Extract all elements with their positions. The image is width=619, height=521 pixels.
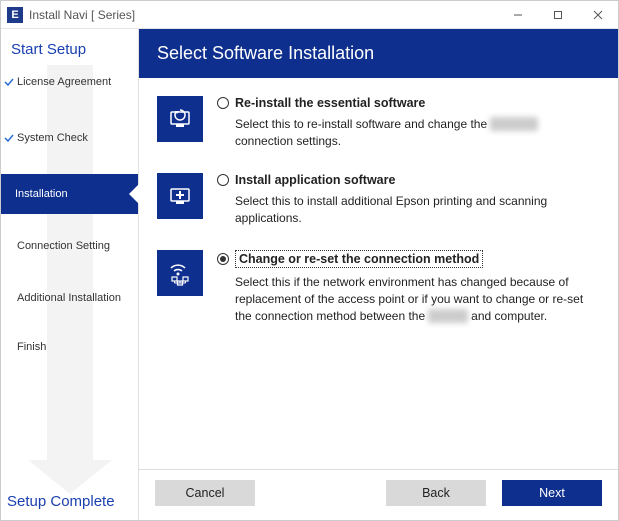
option-title: Re-install the essential software — [235, 96, 425, 110]
network-icon — [157, 250, 203, 296]
checkmark-icon — [4, 133, 14, 143]
footer: Cancel Back Next — [139, 469, 618, 520]
radio-reinstall[interactable] — [217, 97, 229, 109]
option-description: Select this if the network environment h… — [217, 274, 598, 326]
cancel-button[interactable]: Cancel — [155, 480, 255, 506]
installer-window: E Install Navi [ Series] Start Setup — [0, 0, 619, 521]
options-area: Re-install the essential software Select… — [139, 78, 618, 469]
main-panel: Select Software Installation — [139, 29, 618, 520]
sidebar-step-system-check: System Check — [1, 122, 138, 154]
sidebar-step-label: Connection Setting — [17, 240, 110, 252]
sidebar-step-label: Finish — [17, 341, 46, 353]
maximize-button[interactable] — [538, 1, 578, 28]
window-controls — [498, 1, 618, 28]
app-logo: E — [7, 7, 23, 23]
option-title: Install application software — [235, 173, 395, 187]
sidebar-step-label: Additional Installation — [17, 292, 121, 304]
sidebar-complete-label: Setup Complete — [1, 485, 138, 520]
install-apps-icon — [157, 173, 203, 219]
titlebar: E Install Navi [ Series] — [1, 1, 618, 29]
sidebar-step-label: System Check — [17, 132, 88, 144]
radio-change-connection[interactable] — [217, 253, 229, 265]
option-reinstall[interactable]: Re-install the essential software Select… — [157, 96, 598, 151]
option-description: Select this to re-install software and c… — [217, 116, 598, 151]
minimize-button[interactable] — [498, 1, 538, 28]
radio-install-apps[interactable] — [217, 174, 229, 186]
next-button[interactable]: Next — [502, 480, 602, 506]
maximize-icon — [553, 10, 563, 20]
option-change-connection[interactable]: Change or re-set the connection method S… — [157, 250, 598, 326]
minimize-icon — [513, 10, 523, 20]
sidebar-step-label: License Agreement — [17, 76, 111, 88]
redacted-text: Printer — [428, 309, 467, 323]
sidebar-step-connection: Connection Setting — [1, 230, 138, 262]
sidebar-steps: License Agreement System Check Installat… — [1, 66, 138, 485]
sidebar: Start Setup License Agreement System Che… — [1, 29, 139, 520]
option-install-apps[interactable]: Install application software Select this… — [157, 173, 598, 228]
sidebar-step-finish: Finish — [1, 331, 138, 363]
sidebar-step-additional: Additional Installation — [1, 282, 138, 315]
checkmark-icon — [4, 77, 14, 87]
close-button[interactable] — [578, 1, 618, 28]
sidebar-step-label: Installation — [15, 188, 68, 200]
reinstall-icon — [157, 96, 203, 142]
back-button[interactable]: Back — [386, 480, 486, 506]
window-title: Install Navi [ Series] — [29, 8, 498, 22]
sidebar-start-label: Start Setup — [1, 29, 138, 66]
redacted-text: Printer's — [490, 117, 538, 131]
sidebar-step-installation: Installation — [1, 174, 138, 214]
close-icon — [593, 10, 603, 20]
page-title: Select Software Installation — [139, 29, 618, 78]
option-title: Change or re-set the connection method — [235, 250, 483, 268]
option-description: Select this to install additional Epson … — [217, 193, 598, 228]
sidebar-step-license: License Agreement — [1, 66, 138, 98]
